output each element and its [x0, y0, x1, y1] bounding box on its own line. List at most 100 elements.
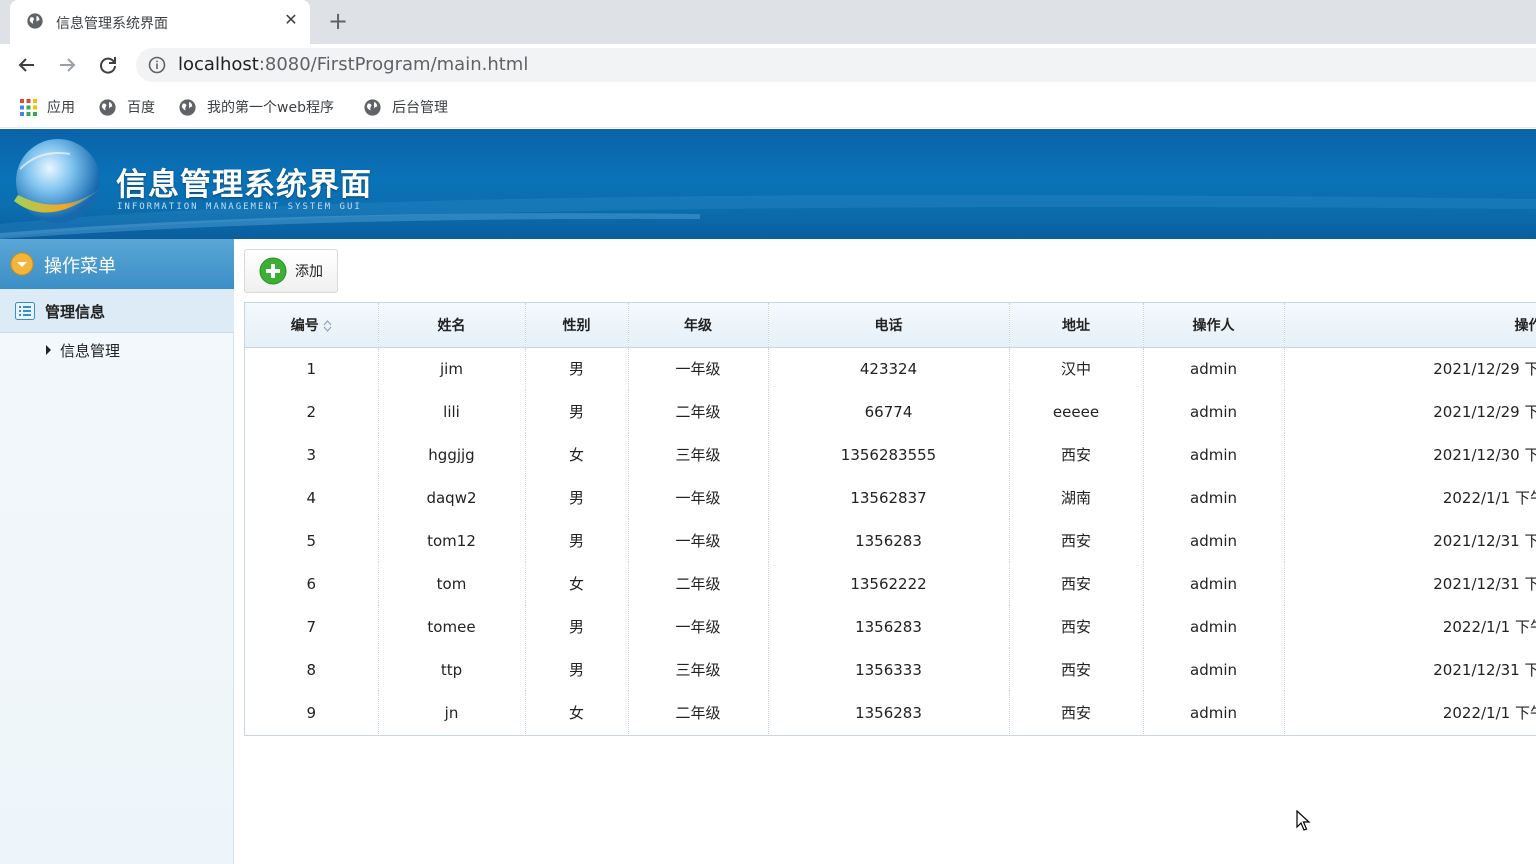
table-cell: 6: [245, 562, 379, 605]
table-cell: 13562837: [768, 476, 1010, 519]
table-cell: 8: [245, 648, 379, 691]
add-icon: [259, 257, 287, 285]
column-header-operate-time[interactable]: 操作时间: [1284, 303, 1536, 348]
globe-icon: [179, 98, 196, 116]
column-header-operator[interactable]: 操作人: [1143, 303, 1285, 348]
table-cell: 9: [245, 691, 379, 734]
table-cell: admin: [1143, 691, 1285, 734]
table-cell: admin: [1143, 605, 1285, 648]
globe-icon: [27, 13, 43, 29]
table-row[interactable]: 1jim男一年级423324汉中admin2021/12/29 下午: [245, 347, 1536, 390]
column-header-address[interactable]: 地址: [1009, 303, 1144, 348]
main-content: 添加 编号 姓名 性别 年级 电话 地址 操作人 操作时间 1jim男一年级: [234, 239, 1536, 864]
column-header-id[interactable]: 编号: [245, 303, 379, 348]
table-row[interactable]: 8ttp男三年级1356333西安admin2021/12/31 下午: [245, 648, 1536, 691]
sidebar-item-info-manage[interactable]: 信息管理: [46, 339, 120, 361]
table-cell: 二年级: [628, 691, 769, 734]
table-cell: 二年级: [628, 390, 769, 433]
table-row[interactable]: 9jn女二年级1356283西安admin2022/1/1 下午3: [245, 691, 1536, 734]
table-cell: 男: [525, 347, 629, 390]
menu-title: 操作菜单: [44, 256, 116, 277]
table-cell: ttp: [378, 648, 526, 691]
table-cell: 1: [245, 347, 379, 390]
table-cell: 女: [525, 562, 629, 605]
table-cell: eeeee: [1009, 390, 1144, 433]
table-cell: 2: [245, 390, 379, 433]
sidebar: 操作菜单 管理信息 信息管理: [0, 239, 234, 864]
table-cell: 一年级: [628, 476, 769, 519]
table-cell: 二年级: [628, 562, 769, 605]
table-cell: tom: [378, 562, 526, 605]
close-icon[interactable]: ✕: [280, 9, 302, 31]
table-row[interactable]: 4daqw2男一年级13562837湖南admin2022/1/1 下午3: [245, 476, 1536, 519]
bookmark-apps[interactable]: 应用: [20, 96, 75, 118]
column-header-gender[interactable]: 性别: [525, 303, 629, 348]
column-header-grade[interactable]: 年级: [628, 303, 769, 348]
bookmark-first-web-program[interactable]: 我的第一个web程序: [178, 96, 334, 118]
table-row[interactable]: 7tomee男一年级1356283西安admin2022/1/1 下午5: [245, 605, 1536, 648]
table-cell: 1356283555: [768, 433, 1010, 476]
table-cell: admin: [1143, 347, 1285, 390]
bookmark-label: 我的第一个web程序: [207, 100, 334, 116]
table-cell: 5: [245, 519, 379, 562]
table-cell: 4: [245, 476, 379, 519]
menu-group-label: 管理信息: [45, 303, 106, 321]
table-cell: 男: [525, 605, 629, 648]
table-cell: admin: [1143, 519, 1285, 562]
browser-tab[interactable]: 信息管理系统界面 ✕: [10, 0, 310, 44]
list-icon: [15, 302, 35, 320]
column-header-phone[interactable]: 电话: [768, 303, 1010, 348]
reload-icon[interactable]: [95, 52, 121, 78]
back-arrow-icon[interactable]: [14, 52, 40, 78]
bookmark-label: 百度: [127, 100, 155, 116]
browser-tab-bar: 信息管理系统界面 ✕ +: [0, 0, 1536, 44]
sort-icon: [323, 319, 332, 332]
chevron-down-icon: [10, 252, 34, 276]
table-cell: admin: [1143, 390, 1285, 433]
bookmark-baidu[interactable]: 百度: [98, 96, 155, 118]
table-cell: 2021/12/31 下午: [1284, 648, 1536, 691]
table-cell: tom12: [378, 519, 526, 562]
column-header-name[interactable]: 姓名: [378, 303, 526, 348]
table-cell: 2022/1/1 下午3: [1284, 691, 1536, 734]
table-cell: 三年级: [628, 433, 769, 476]
url-text: localhost:8080/FirstProgram/main.html: [178, 54, 529, 75]
bookmark-admin[interactable]: 后台管理: [363, 96, 448, 118]
table-cell: lili: [378, 390, 526, 433]
table-cell: tomee: [378, 605, 526, 648]
menu-header[interactable]: 操作菜单: [0, 239, 234, 289]
new-tab-button[interactable]: +: [324, 8, 352, 36]
data-table: 编号 姓名 性别 年级 电话 地址 操作人 操作时间 1jim男一年级42332…: [245, 303, 1536, 734]
bookmark-label: 后台管理: [392, 100, 448, 116]
table-cell: 湖南: [1009, 476, 1144, 519]
add-button[interactable]: 添加: [244, 249, 338, 293]
table-row[interactable]: 2lili男二年级66774eeeeeadmin2021/12/29 下午: [245, 390, 1536, 433]
table-cell: 2022/1/1 下午5: [1284, 605, 1536, 648]
forward-arrow-icon[interactable]: [54, 52, 80, 78]
globe-icon: [364, 98, 381, 116]
address-bar[interactable]: localhost:8080/FirstProgram/main.html: [136, 48, 1536, 82]
table-row[interactable]: 3hggjjg女三年级1356283555西安admin2021/12/30 下…: [245, 433, 1536, 476]
app-header: 信息管理系统界面 INFORMATION MANAGEMENT SYSTEM G…: [0, 129, 1536, 239]
table-cell: hggjjg: [378, 433, 526, 476]
table-cell: 1356283: [768, 691, 1010, 734]
app-title: 信息管理系统界面: [116, 167, 372, 203]
caret-right-icon: [46, 345, 51, 355]
table-cell: admin: [1143, 433, 1285, 476]
table-cell: 西安: [1009, 519, 1144, 562]
table-cell: 7: [245, 605, 379, 648]
menu-group-manage-info[interactable]: 管理信息: [0, 289, 234, 333]
table-row[interactable]: 5tom12男一年级1356283西安admin2021/12/31 下午: [245, 519, 1536, 562]
table-cell: 66774: [768, 390, 1010, 433]
table-cell: admin: [1143, 562, 1285, 605]
add-button-label: 添加: [295, 264, 323, 280]
table-cell: 3: [245, 433, 379, 476]
table-cell: 423324: [768, 347, 1010, 390]
table-row[interactable]: 6tom女二年级13562222西安admin2021/12/31 下午: [245, 562, 1536, 605]
table-cell: jn: [378, 691, 526, 734]
table-cell: 2021/12/31 下午: [1284, 562, 1536, 605]
table-cell: 西安: [1009, 562, 1144, 605]
data-grid: 编号 姓名 性别 年级 电话 地址 操作人 操作时间 1jim男一年级42332…: [244, 302, 1536, 736]
info-icon[interactable]: [148, 56, 166, 74]
mouse-cursor-icon: [1296, 810, 1311, 831]
